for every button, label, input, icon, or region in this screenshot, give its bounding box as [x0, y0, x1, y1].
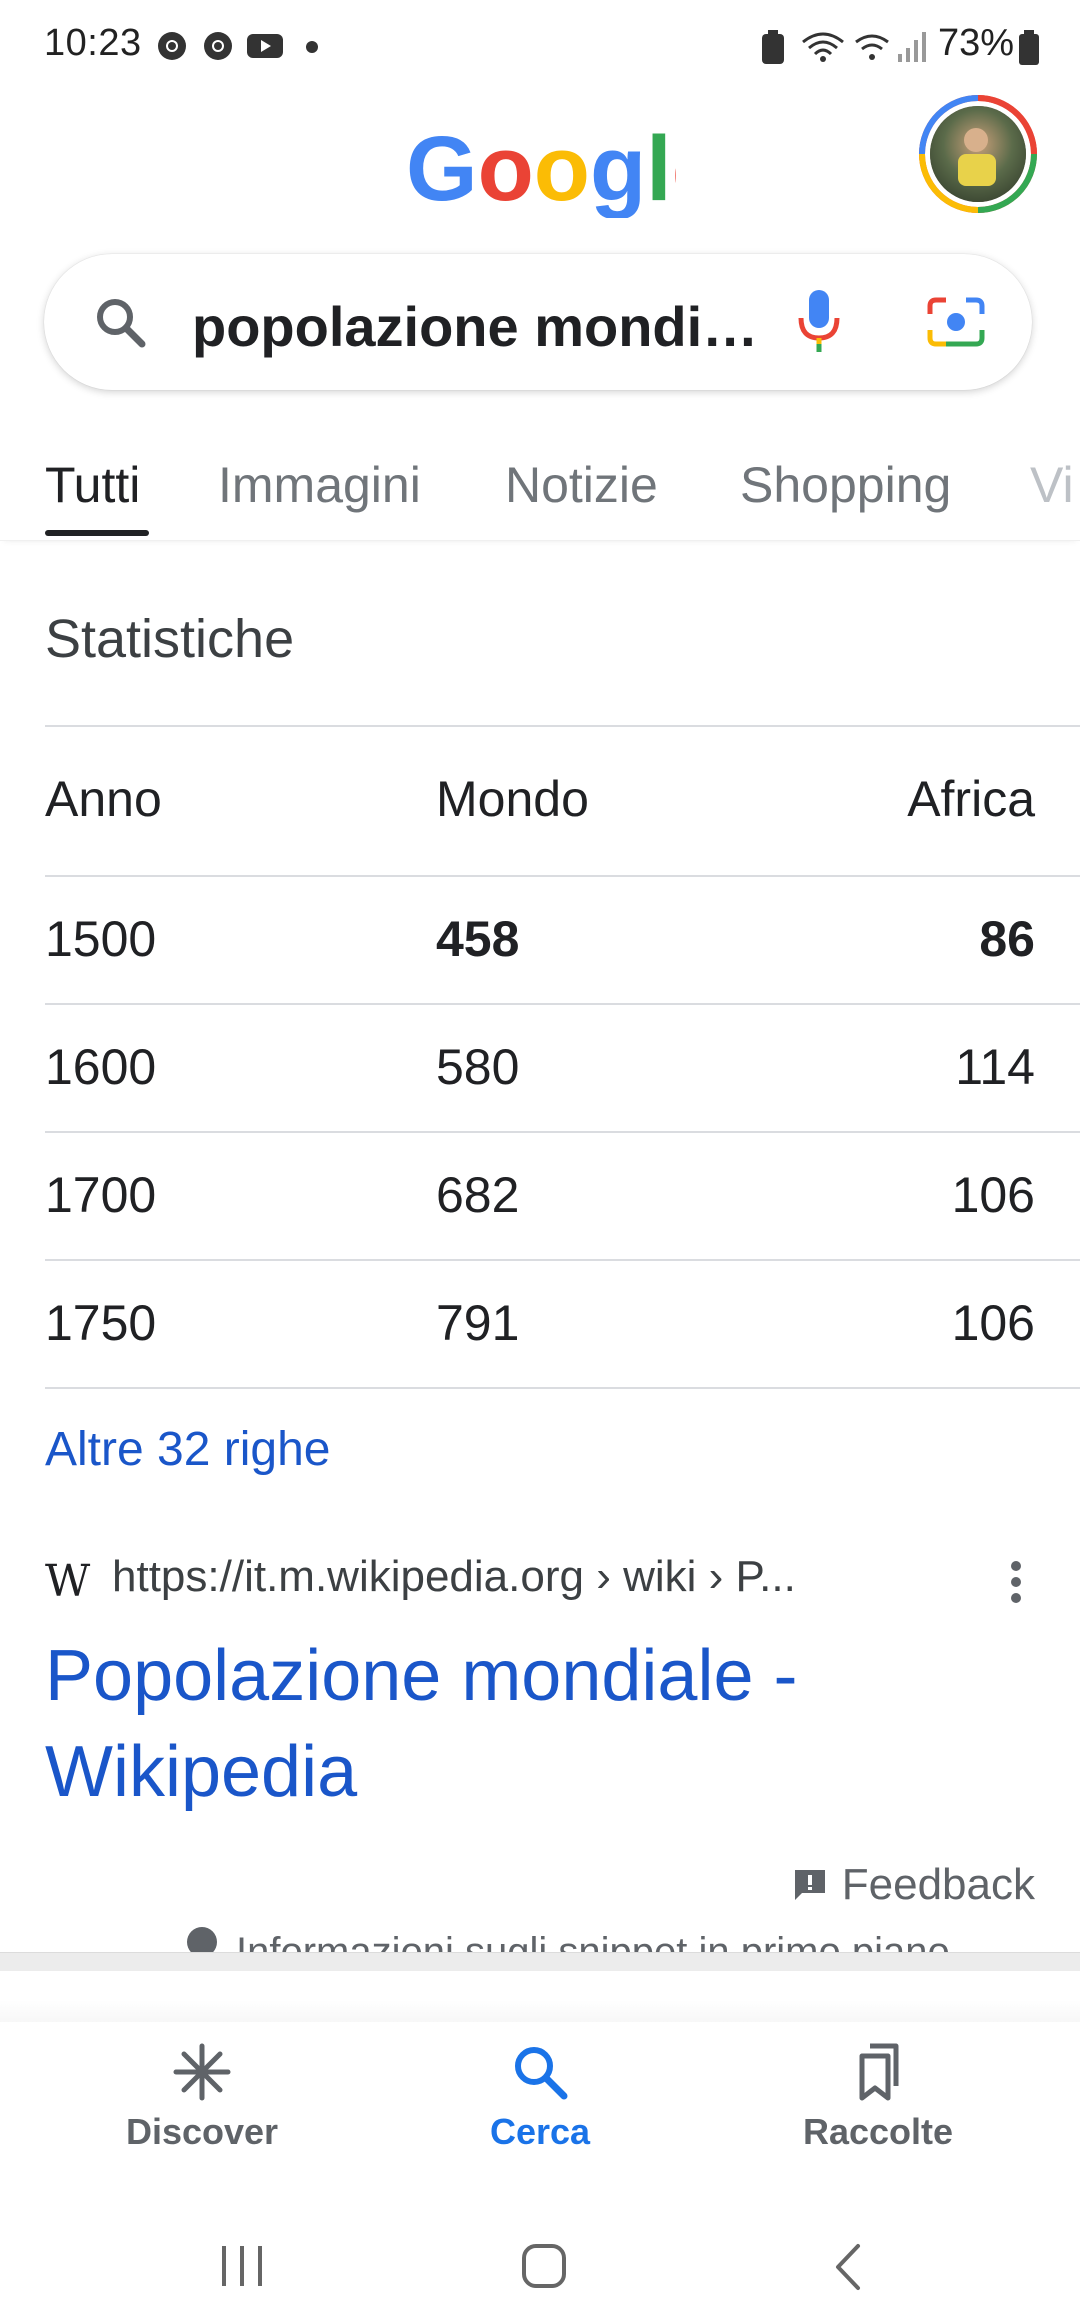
tab-notizie[interactable]: Notizie [505, 456, 658, 514]
signal-icon [898, 32, 926, 62]
tab-immagini[interactable]: Immagini [218, 456, 421, 514]
feedback-link[interactable]: Feedback [792, 1860, 1035, 1910]
table-cell: 1500 [45, 911, 157, 967]
tab-video[interactable]: Vi [1030, 456, 1074, 514]
table-cell: 86 [979, 911, 1035, 967]
table-cell: 1750 [45, 1295, 157, 1351]
search-bar[interactable]: popolazione mondi… [44, 254, 1032, 390]
chrome-icon [158, 32, 186, 60]
avatar[interactable] [918, 94, 1038, 214]
wifi-icon [802, 32, 844, 62]
bottom-navigation: Discover Cerca Raccolte [0, 2022, 1080, 2182]
table-row: 1500 458 86 [0, 910, 1080, 970]
nav-label: Raccolte [802, 2111, 954, 2152]
youtube-icon [247, 34, 283, 58]
back-icon[interactable] [830, 2242, 866, 2292]
google-logo: Google [406, 128, 676, 218]
nav-label: Cerca [489, 2111, 591, 2152]
battery-icon [1019, 30, 1039, 65]
table-cell: 114 [955, 1039, 1035, 1095]
snippet-info-link[interactable]: Informazioni sugli snippet in primo pian… [236, 1930, 950, 1952]
asterisk-icon [173, 2043, 231, 2101]
chrome-icon [204, 32, 232, 60]
table-cell: 791 [436, 1295, 520, 1351]
search-icon [97, 299, 146, 348]
dot-icon [306, 41, 318, 53]
feedback-icon [794, 1870, 825, 1900]
divider [45, 875, 1080, 877]
feedback-label[interactable]: Feedback [842, 1860, 1035, 1910]
table-cell: 106 [951, 1167, 1035, 1223]
divider [45, 1259, 1080, 1261]
status-time: 10:23 [44, 22, 142, 64]
svg-text:Google: Google [406, 128, 676, 218]
table-cell: 580 [436, 1039, 520, 1095]
table-cell: 1700 [45, 1167, 157, 1223]
nav-raccolte[interactable]: Raccolte [758, 2042, 998, 2153]
search-icon [515, 2047, 568, 2100]
table-cell: 682 [436, 1167, 520, 1223]
divider [45, 725, 1080, 727]
tab-tutti[interactable]: Tutti [45, 456, 140, 514]
search-query[interactable]: popolazione mondi… [192, 294, 758, 359]
column-header: Anno [45, 771, 162, 827]
table-header: Anno Mondo Africa [0, 770, 1080, 830]
more-rows-link[interactable]: Altre 32 righe [45, 1422, 331, 1477]
divider [45, 1387, 1080, 1389]
active-tab-indicator [45, 530, 149, 536]
wikipedia-favicon: W [45, 1556, 91, 1607]
help-icon [186, 1926, 218, 1952]
table-row: 1600 580 114 [0, 1038, 1080, 1098]
microphone-icon[interactable] [796, 288, 842, 354]
table-cell: 458 [436, 911, 520, 967]
stats-title: Statistiche [45, 609, 295, 669]
search-tabs: Tutti Immagini Notizie Shopping Vi [0, 440, 1080, 541]
recent-apps-icon[interactable] [218, 2244, 268, 2288]
table-cell: 106 [951, 1295, 1035, 1351]
more-options-icon[interactable] [1008, 1560, 1024, 1604]
wifi-calling-icon [855, 34, 889, 60]
table-cell: 1600 [45, 1039, 157, 1095]
column-header: Mondo [436, 771, 589, 827]
result-url[interactable]: https://it.m.wikipedia.org › wiki › P... [112, 1552, 796, 1602]
battery-saver-icon [762, 30, 784, 64]
divider [45, 1003, 1080, 1005]
tab-shopping[interactable]: Shopping [740, 456, 951, 514]
system-navigation [0, 2182, 1080, 2316]
nav-discover[interactable]: Discover [82, 2042, 322, 2153]
result-title-line[interactable]: Wikipedia [45, 1724, 945, 1820]
status-bar: 10:23 73% [0, 0, 1080, 95]
section-divider [0, 1952, 1080, 1971]
column-header: Africa [907, 771, 1035, 827]
table-row: 1700 682 106 [0, 1166, 1080, 1226]
table-row: 1750 791 106 [0, 1294, 1080, 1354]
divider [45, 1131, 1080, 1133]
nav-cerca[interactable]: Cerca [420, 2042, 660, 2153]
nav-label: Discover [125, 2111, 279, 2152]
lens-camera-icon[interactable] [926, 294, 986, 350]
result-title[interactable]: Popolazione mondiale - Wikipedia [45, 1628, 945, 1820]
home-icon[interactable] [520, 2242, 568, 2290]
battery-level: 73% [937, 22, 1014, 64]
bookmarks-icon [859, 2043, 899, 2101]
result-title-line[interactable]: Popolazione mondiale - [45, 1628, 945, 1724]
